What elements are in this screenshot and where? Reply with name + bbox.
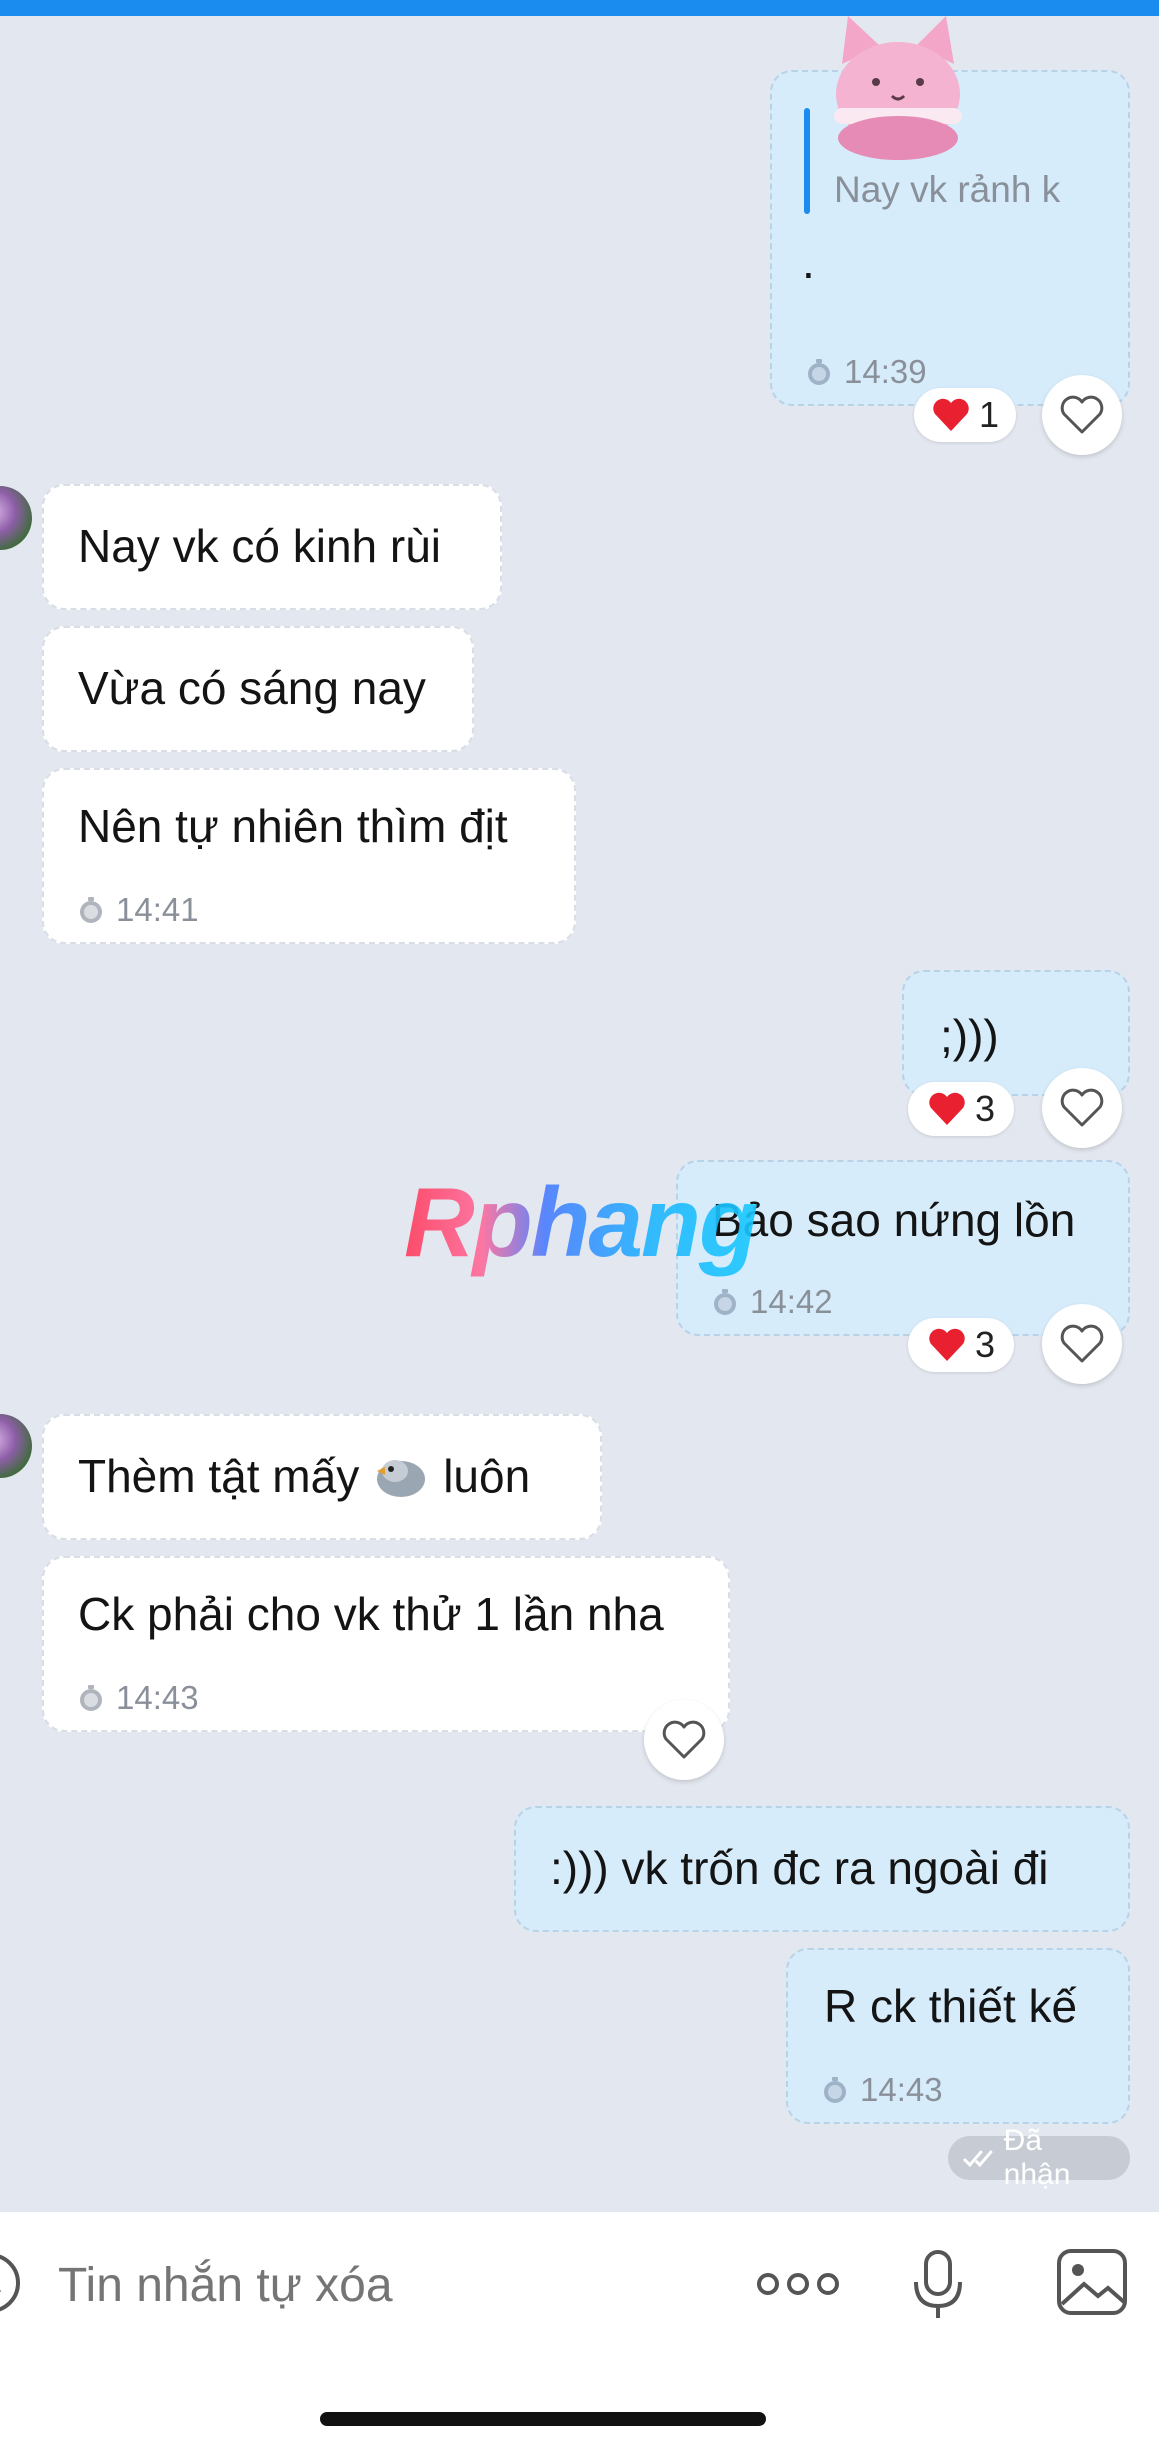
message-bubble-incoming[interactable]: Vừa có sáng nay <box>42 626 474 752</box>
message-time: 14:43 <box>820 2062 943 2118</box>
quote-bar <box>804 108 810 214</box>
message-bubble-incoming[interactable]: Nên tự nhiên thìm địt 14:41 <box>42 768 576 944</box>
bird-emoji <box>377 1460 426 1497</box>
home-indicator <box>320 2412 766 2426</box>
time-label: 14:43 <box>860 2071 943 2108</box>
stopwatch-icon <box>808 359 830 385</box>
avatar[interactable] <box>0 486 32 550</box>
pink-cat-macaron-sticker <box>834 16 962 160</box>
stopwatch-icon <box>80 1685 102 1711</box>
react-heart-button[interactable] <box>1042 1068 1122 1148</box>
message-input[interactable] <box>56 2248 700 2322</box>
reaction-pill[interactable]: 1 <box>914 388 1016 442</box>
time-label: 14:42 <box>750 1283 833 1320</box>
message-bubble-incoming[interactable]: Nay vk có kinh rùi <box>42 484 502 610</box>
message-text-part: luôn <box>443 1450 531 1502</box>
message-bubble-outgoing[interactable]: :))) vk trốn đc ra ngoài đi <box>514 1806 1130 1932</box>
message-text: Thèm tật mấy luôn <box>78 1448 530 1504</box>
emoji-icon[interactable] <box>0 2250 24 2316</box>
delivery-status-label: Đã nhận <box>1003 2124 1071 2191</box>
delivery-status: Đã nhận <box>948 2124 1130 2191</box>
message-text: Nay vk có kinh rùi <box>78 520 442 572</box>
heart-outline-icon <box>1060 1088 1104 1127</box>
message-text: R ck thiết kế <box>824 1980 1078 2032</box>
reaction-count: 1 <box>978 394 1000 435</box>
reaction-count: 3 <box>974 1088 996 1129</box>
stopwatch-icon <box>714 1289 736 1315</box>
react-heart-button[interactable] <box>1042 375 1122 455</box>
red-heart-emoji <box>933 398 969 431</box>
quoted-text: Nay vk rảnh k <box>834 169 1061 210</box>
message-text: Bảo sao nứng lồn <box>712 1194 1076 1246</box>
heart-outline-icon <box>662 1720 706 1759</box>
message-text: Ck phải cho vk thử 1 lần nha <box>78 1588 664 1640</box>
reaction-pill[interactable]: 3 <box>908 1082 1014 1136</box>
watermark-logo: Rphang <box>404 1167 759 1277</box>
time-label: 14:41 <box>116 891 199 928</box>
message-text: :))) vk trốn đc ra ngoài đi <box>550 1842 1049 1894</box>
double-check-icon <box>962 2150 993 2168</box>
microphone-icon[interactable] <box>912 2248 964 2320</box>
top-accent-bar <box>0 0 1159 16</box>
message-text: . <box>802 236 815 288</box>
time-label: 14:43 <box>116 1679 199 1716</box>
message-bubble-incoming[interactable]: Thèm tật mấy luôn <box>42 1414 602 1540</box>
message-input-bar <box>0 2212 1159 2448</box>
message-time: 14:39 <box>804 344 927 400</box>
message-time: 14:43 <box>76 1670 199 1726</box>
more-dots-icon[interactable] <box>756 2266 840 2302</box>
image-icon[interactable] <box>1056 2248 1128 2316</box>
message-bubble-outgoing[interactable]: R ck thiết kế 14:43 <box>786 1948 1130 2124</box>
message-time: 14:41 <box>76 882 199 938</box>
message-time: 14:42 <box>710 1274 833 1330</box>
stopwatch-icon <box>80 897 102 923</box>
reaction-count: 3 <box>974 1324 996 1365</box>
red-heart-emoji <box>929 1092 965 1125</box>
react-heart-button[interactable] <box>644 1700 724 1780</box>
stopwatch-icon <box>824 2077 846 2103</box>
react-heart-button[interactable] <box>1042 1304 1122 1384</box>
avatar[interactable] <box>0 1414 32 1478</box>
time-label: 14:39 <box>844 353 927 390</box>
red-heart-emoji <box>929 1328 965 1361</box>
message-text: Nên tự nhiên thìm địt <box>78 800 508 852</box>
message-text-part: Thèm tật mấy <box>78 1450 360 1502</box>
heart-outline-icon <box>1060 395 1104 434</box>
heart-outline-icon <box>1060 1324 1104 1363</box>
message-bubble-incoming[interactable]: Ck phải cho vk thử 1 lần nha 14:43 <box>42 1556 730 1732</box>
reaction-pill[interactable]: 3 <box>908 1318 1014 1372</box>
message-text: Vừa có sáng nay <box>78 662 426 714</box>
message-text: ;))) <box>940 1010 999 1062</box>
